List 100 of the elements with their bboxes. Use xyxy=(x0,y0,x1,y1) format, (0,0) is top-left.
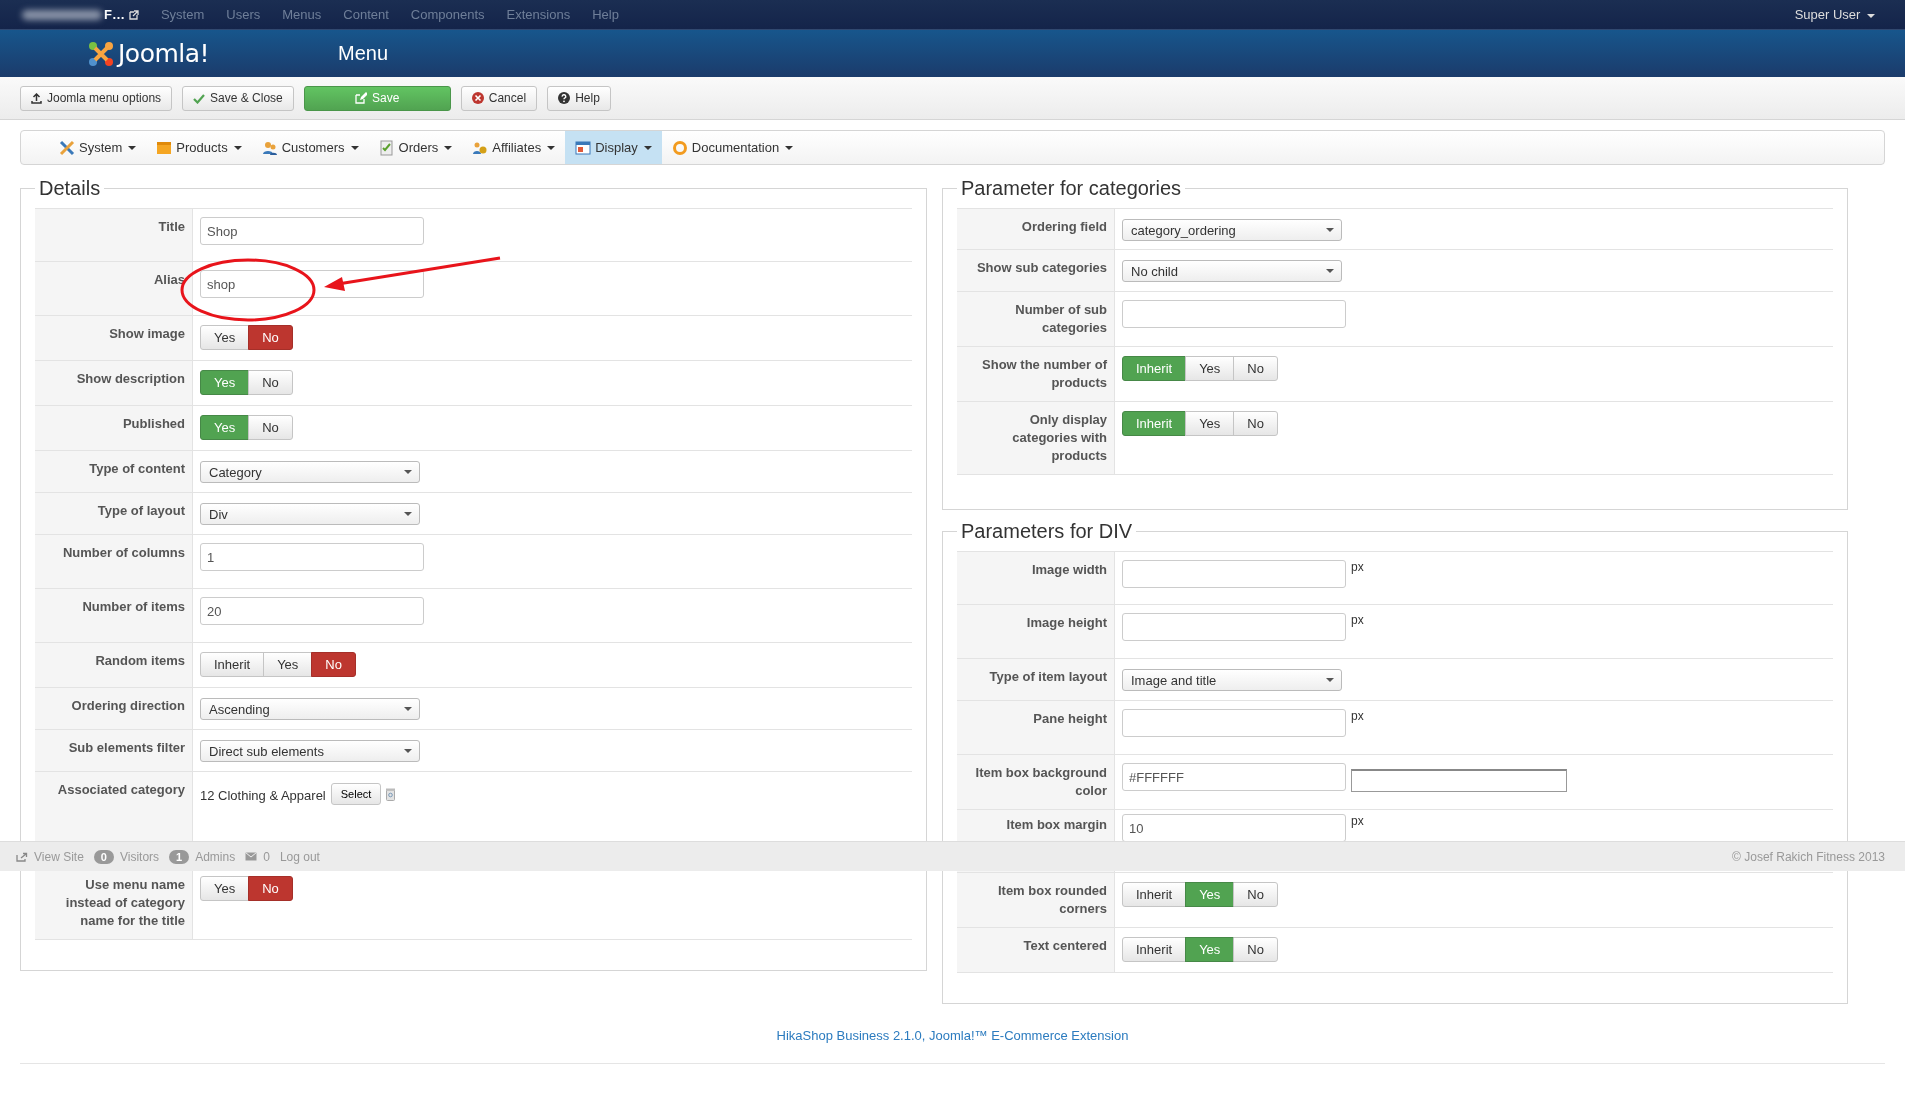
text-field[interactable]: shop xyxy=(200,270,424,298)
text-field[interactable]: Shop xyxy=(200,217,424,245)
unit-label: px xyxy=(1351,814,1364,828)
text-field[interactable]: 1 xyxy=(200,543,424,571)
select-field[interactable]: category_ordering xyxy=(1122,219,1342,241)
text-field[interactable]: 10 xyxy=(1122,814,1346,842)
toggle-option[interactable]: No xyxy=(1233,937,1278,962)
select-button[interactable]: Select xyxy=(330,783,382,805)
field-label: Show the number of products xyxy=(981,356,1107,392)
unit-label: px xyxy=(1351,709,1364,723)
field-label: Text centered xyxy=(1023,937,1107,955)
text-field[interactable] xyxy=(1122,560,1346,588)
select-field[interactable]: Image and title xyxy=(1122,669,1342,691)
field-label: Show description xyxy=(76,370,185,388)
check-icon xyxy=(193,92,206,104)
lifebuoy-icon xyxy=(671,139,688,156)
toolbar-button[interactable]: Cancel xyxy=(460,85,538,111)
toggle-option[interactable]: No xyxy=(248,325,293,350)
field-label: Use menu name instead of category name for the title xyxy=(64,876,185,930)
toggle-option[interactable]: No xyxy=(311,652,356,677)
unit-label: px xyxy=(1351,560,1364,574)
toggle-option[interactable]: Inherit xyxy=(200,652,265,677)
mail-icon xyxy=(245,852,258,861)
field-label: Type of content xyxy=(89,460,185,478)
trash-icon[interactable] xyxy=(386,788,396,801)
toggle-option[interactable]: No xyxy=(248,876,293,901)
color-field[interactable]: #FFFFFF xyxy=(1122,763,1346,791)
panel-title: Parameter for categories xyxy=(960,177,1183,200)
unit-label: px xyxy=(1351,613,1364,627)
field-label: Number of columns xyxy=(62,544,185,562)
share-icon xyxy=(16,851,28,862)
component-menu-item[interactable]: Documentation xyxy=(661,131,804,164)
site-link[interactable]: F… xyxy=(104,7,125,22)
toolbar-button[interactable]: Help xyxy=(547,85,611,111)
toggle-option[interactable]: Inherit xyxy=(1122,882,1187,907)
tools-icon xyxy=(59,139,75,156)
color-swatch[interactable] xyxy=(1351,769,1567,792)
category-value: 12 Clothing & Apparel xyxy=(200,788,326,803)
component-menu-item[interactable]: Display xyxy=(565,131,662,164)
toggle-option[interactable]: No xyxy=(1233,882,1278,907)
field-label: Ordering direction xyxy=(71,697,185,715)
page-title: Menu xyxy=(338,42,389,65)
toggle-option[interactable]: Inherit xyxy=(1122,937,1187,962)
select-field[interactable]: Category xyxy=(200,461,420,483)
panel-title: Parameters for DIV xyxy=(960,520,1134,543)
field-label: Type of layout xyxy=(97,502,185,520)
toolbar-button[interactable]: Joomla menu options xyxy=(20,85,173,111)
select-field[interactable]: Div xyxy=(200,503,420,525)
text-field[interactable] xyxy=(1122,300,1346,328)
help-icon xyxy=(558,92,571,104)
window-icon xyxy=(575,139,592,156)
field-label: Only display categories with products xyxy=(1011,411,1107,465)
toggle-option[interactable]: Yes xyxy=(1185,356,1235,381)
text-field[interactable] xyxy=(1122,613,1346,641)
visitors-label: Visitors xyxy=(119,849,160,864)
edit-icon xyxy=(355,92,368,104)
component-menu-item[interactable]: Products xyxy=(146,131,252,164)
close-icon xyxy=(471,92,484,104)
text-field[interactable]: 20 xyxy=(200,597,424,625)
field-label: Alias xyxy=(153,271,185,289)
admins-label: Admins xyxy=(195,849,236,864)
checklist-icon xyxy=(378,139,395,156)
toggle-option[interactable]: Yes xyxy=(200,876,250,901)
box-icon xyxy=(156,139,173,156)
component-menu-item[interactable]: Customers xyxy=(251,131,369,164)
copyright-text: © Josef Rakich Fitness 2013 xyxy=(1732,849,1885,864)
select-field[interactable]: Direct sub elements xyxy=(200,740,420,762)
visitors-count: 0 xyxy=(93,849,114,864)
toggle-option[interactable]: No xyxy=(1233,411,1278,436)
field-label: Image height xyxy=(1026,614,1107,632)
text-field[interactable] xyxy=(1122,709,1346,737)
toggle-option[interactable]: No xyxy=(1233,356,1278,381)
select-field[interactable]: Ascending xyxy=(200,698,420,720)
field-label: Associated category xyxy=(57,781,185,799)
field-label: Item box rounded corners xyxy=(996,882,1107,918)
field-label: Show sub categories xyxy=(976,259,1107,277)
toggle-option[interactable]: No xyxy=(248,415,293,440)
field-label: Show image xyxy=(109,325,185,343)
field-label: Image width xyxy=(1031,561,1107,579)
field-label: Type of item layout xyxy=(989,668,1107,686)
field-label: Sub elements filter xyxy=(68,739,185,757)
select-field[interactable]: No child xyxy=(1122,260,1342,282)
component-menu-item[interactable]: Orders xyxy=(368,131,463,164)
field-label: Title xyxy=(158,218,185,236)
user-menu[interactable]: Super User xyxy=(1794,7,1875,22)
field-label: Published xyxy=(122,415,185,433)
upload-icon xyxy=(31,92,42,104)
component-menu-item[interactable]: Affiliates xyxy=(462,131,566,164)
footer-link[interactable]: HikaShop Business 2.1.0, Joomla!™ E-Commerce Extension xyxy=(776,1028,1129,1043)
field-label: Random items xyxy=(95,652,185,670)
messages-count: 0 xyxy=(263,849,270,864)
field-label: Pane height xyxy=(1033,710,1107,728)
toggle-option[interactable]: Yes xyxy=(200,325,250,350)
toggle-option[interactable]: Yes xyxy=(263,652,313,677)
component-menu-item[interactable]: System xyxy=(49,131,147,164)
field-label: Item box margin xyxy=(1006,816,1107,834)
field-label: Number of sub categories xyxy=(1014,301,1107,337)
toolbar-button[interactable]: Save & Close xyxy=(182,85,294,111)
toggle-option[interactable]: Yes xyxy=(1185,411,1235,436)
toggle-option[interactable]: No xyxy=(248,370,293,395)
